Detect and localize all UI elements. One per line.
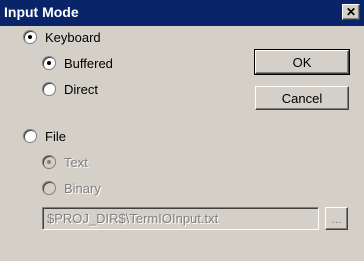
title-bar: Input Mode ✕ <box>0 0 364 26</box>
close-button[interactable]: ✕ <box>342 4 360 20</box>
radio-direct-indicator[interactable] <box>42 82 56 96</box>
radio-keyboard-label: Keyboard <box>45 29 101 45</box>
cancel-button[interactable]: Cancel <box>255 86 349 110</box>
radio-buffered-label: Buffered <box>64 55 113 71</box>
radio-text: Text <box>42 153 88 171</box>
window-title: Input Mode <box>4 4 79 20</box>
radio-binary-indicator <box>42 181 56 195</box>
radio-binary-label: Binary <box>64 180 101 196</box>
radio-buffered-indicator[interactable] <box>42 56 56 70</box>
radio-buffered[interactable]: Buffered <box>42 54 113 72</box>
radio-keyboard-indicator[interactable] <box>23 30 37 44</box>
radio-direct[interactable]: Direct <box>42 80 98 98</box>
radio-binary: Binary <box>42 179 101 197</box>
radio-file-label: File <box>45 128 66 144</box>
close-icon: ✕ <box>345 5 357 19</box>
browse-button: ... <box>325 207 348 230</box>
file-path-field: $PROJ_DIR$\TermIOInput.txt <box>42 207 319 230</box>
radio-direct-label: Direct <box>64 81 98 97</box>
radio-text-indicator <box>42 155 56 169</box>
radio-file[interactable]: File <box>23 127 66 145</box>
radio-keyboard[interactable]: Keyboard <box>23 28 101 46</box>
ok-button[interactable]: OK <box>254 49 350 75</box>
radio-file-indicator[interactable] <box>23 129 37 143</box>
radio-text-label: Text <box>64 154 88 170</box>
